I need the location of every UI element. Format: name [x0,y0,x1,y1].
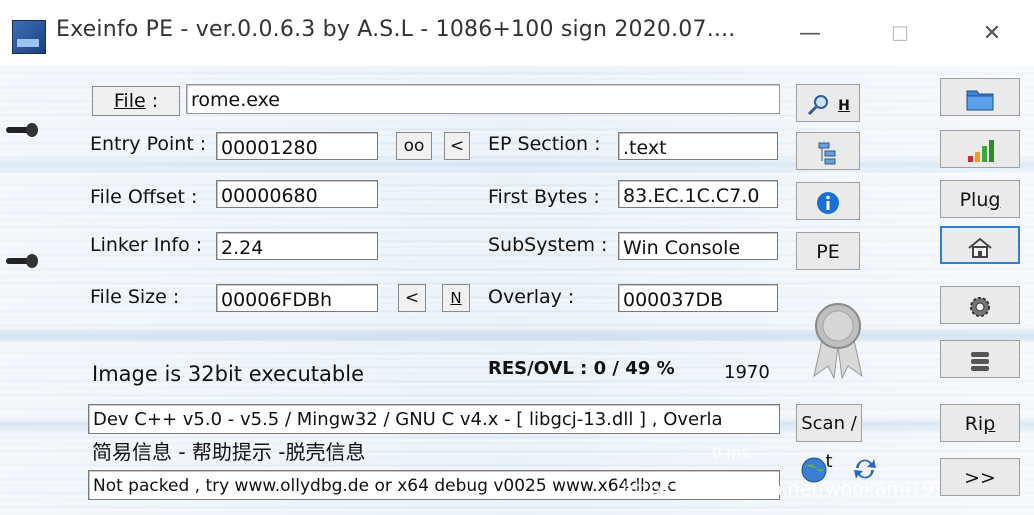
ep-prev-button[interactable]: < [444,132,470,160]
file-button-label: File [113,90,146,112]
entry-point-label: Entry Point : [90,133,207,155]
file-offset-field[interactable]: 00000680 [216,180,378,208]
rip-label: Ri [964,413,984,435]
gear-icon [970,296,990,317]
n-button[interactable]: N [442,284,470,312]
refresh-icon[interactable] [850,454,880,484]
settings-button[interactable] [940,286,1020,324]
info-button[interactable] [796,182,860,220]
plug-label-underlined: g [988,189,1001,211]
rip-label-underlined: p [983,413,996,435]
h-label: H [838,98,850,114]
folder-icon [966,90,994,110]
detection-field[interactable]: Dev C++ v5.0 - v5.5 / Mingw32 / GNU C v4… [88,404,780,434]
window-title: Exeinfo PE - ver.0.0.6.3 by A.S.L - 1086… [56,17,736,42]
file-size-label: File Size : [90,286,180,308]
subsystem-field[interactable]: Win Console [618,232,778,260]
overlay-field[interactable]: 000037DB [618,284,778,312]
decor-peg [6,123,38,137]
ep-section-label: EP Section : [488,133,601,155]
home-button[interactable] [940,226,1020,264]
oo-button[interactable]: oo [396,132,432,160]
globe-icon[interactable] [800,456,828,484]
image-bits-text: Image is 32bit executable [92,362,364,386]
linker-info-field[interactable]: 2.24 [216,232,378,260]
magnifier-icon [808,94,829,115]
subsystem-label: SubSystem : [488,234,608,256]
award-ribbon-icon [808,300,868,380]
rip-button[interactable]: Rip [940,404,1020,442]
hint-label: 简易信息 - 帮助提示 -脱壳信息 [92,440,366,464]
search-h-button[interactable]: H [796,84,860,122]
section-tree-icon [818,142,836,164]
res-ovl-text: RES/OVL : 0 / 49 % [488,358,675,379]
file-path-field[interactable]: rome.exe [186,84,780,114]
maximize-button[interactable]: ☐ [870,12,930,56]
file-button-colon: : [145,90,159,112]
file-offset-label: File Offset : [90,186,198,208]
more-button[interactable]: >> [940,458,1020,496]
file-button[interactable]: File : [92,86,180,116]
info-icon [817,191,839,214]
ep-section-field[interactable]: .text [618,132,778,160]
file-size-field[interactable]: 00006FDBh [216,284,378,312]
time-text: 0 ms. [712,444,754,462]
stack-icon [971,351,989,371]
entry-point-field[interactable]: 00001280 [216,132,378,160]
minimize-button[interactable]: — [780,12,840,56]
home-icon [968,237,992,258]
close-button[interactable]: ✕ [962,12,1022,56]
title-bar: Exeinfo PE - ver.0.0.6.3 by A.S.L - 1086… [0,0,1034,66]
open-folder-button[interactable] [940,78,1020,116]
app-icon [12,20,46,54]
scan-button[interactable]: Scan / t [796,404,862,472]
sections-button[interactable] [796,132,860,170]
pe-button[interactable]: PE [796,232,860,270]
plug-button[interactable]: Plug [940,180,1020,218]
first-bytes-label: First Bytes : [488,186,600,208]
first-bytes-field[interactable]: 83.EC.1C.C7.0 [618,180,778,208]
size-prev-button[interactable]: < [398,284,426,312]
linker-info-label: Linker Info : [90,234,203,256]
stats-button[interactable] [940,130,1020,168]
overlay-label: Overlay : [488,286,575,308]
menu-button[interactable] [940,340,1020,378]
decor-peg [6,254,38,268]
watermark-text: https://blog.csdn.net/wookami1997 [622,478,959,500]
app-window: Exeinfo PE - ver.0.0.6.3 by A.S.L - 1086… [0,0,1034,515]
year-text: 1970 [724,362,770,383]
plug-label: Plu [959,189,989,211]
signal-bars-icon [968,139,994,162]
